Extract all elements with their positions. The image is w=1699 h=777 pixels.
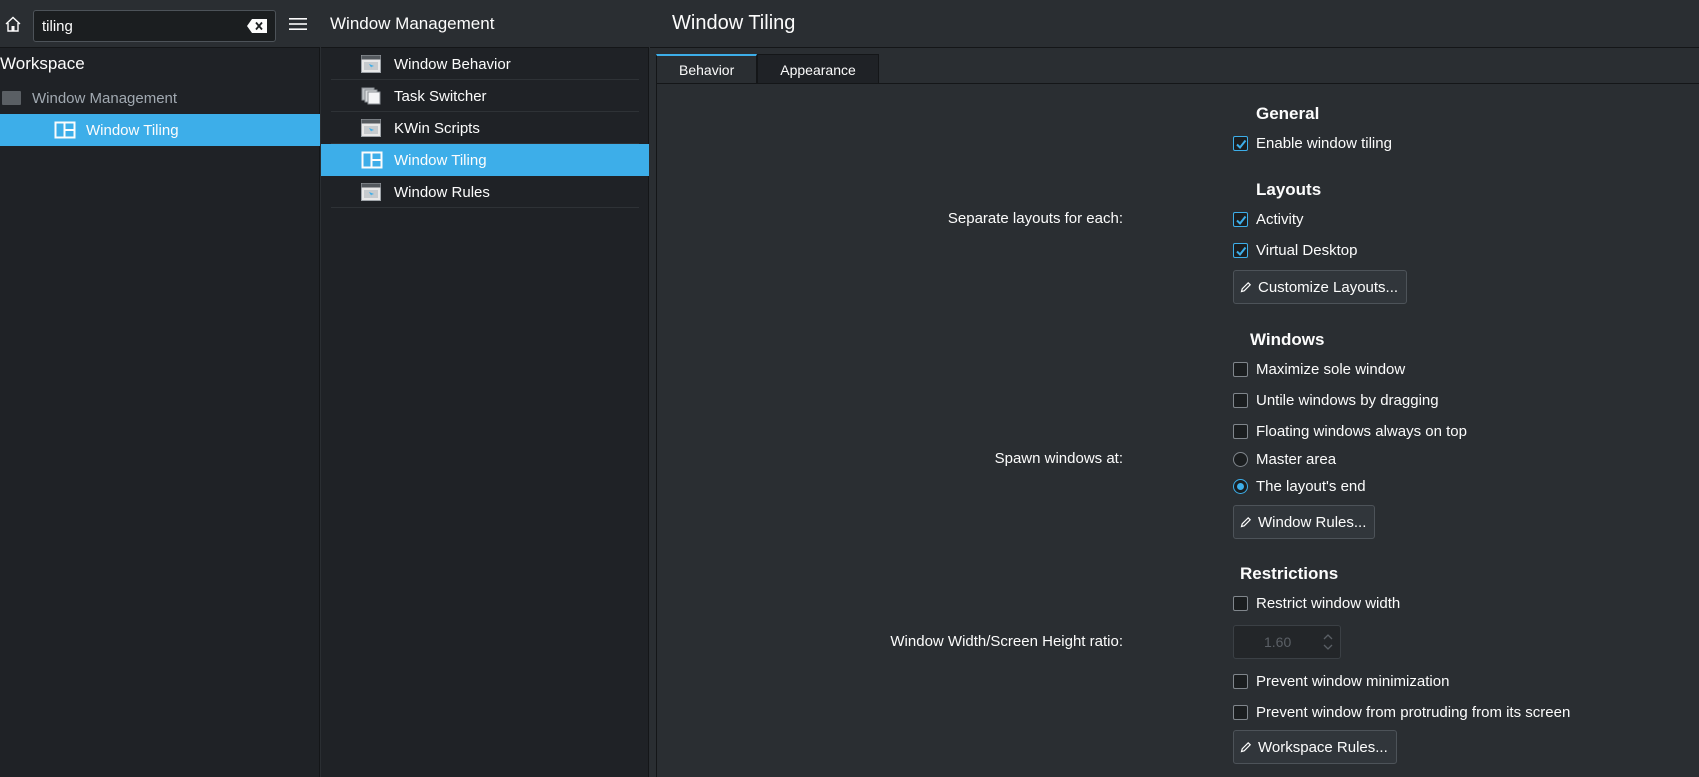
sidebar-item-label: Window Tiling [86, 121, 179, 139]
ratio-spinbox[interactable]: 1.60 [1233, 625, 1341, 659]
spawn-windows-label: Spawn windows at: [994, 450, 1123, 467]
restrict-width-label: Restrict window width [1256, 594, 1401, 612]
search-input[interactable] [42, 16, 242, 36]
home-icon [5, 16, 21, 32]
window-tiling-icon [54, 121, 76, 139]
module-list-title: Window Management [321, 0, 649, 48]
module-item-label: KWin Scripts [394, 119, 480, 137]
prevent-minimization-checkbox[interactable] [1233, 673, 1248, 689]
search-results-section-title: Workspace [0, 54, 85, 73]
prevent-minimization-option[interactable]: Prevent window minimization [1233, 670, 1449, 692]
prevent-protruding-option[interactable]: Prevent window from protruding from its … [1233, 701, 1570, 723]
spawn-end-label: The layout's end [1256, 477, 1366, 495]
tab-appearance[interactable]: Appearance [757, 54, 879, 84]
module-item-window-tiling[interactable]: Window Tiling [321, 144, 649, 176]
task-switcher-icon [361, 87, 381, 105]
clear-search-button[interactable] [245, 17, 269, 35]
ratio-value: 1.60 [1264, 634, 1292, 650]
kwin-scripts-icon [361, 119, 381, 137]
sidebar-item-window-tiling[interactable]: Window Tiling [0, 114, 320, 146]
system-settings-window: Workspace Window Management Window Tilin… [0, 0, 1699, 777]
activity-checkbox[interactable] [1233, 211, 1248, 227]
virtual-desktop-label: Virtual Desktop [1256, 241, 1358, 259]
module-item-label: Task Switcher [394, 87, 487, 105]
general-heading: General [1256, 104, 1320, 123]
layouts-heading: Layouts [1256, 180, 1322, 199]
module-item-label: Window Behavior [394, 55, 511, 73]
sidebar-category-label: Window Management [32, 89, 178, 107]
module-item-kwin-scripts[interactable]: KWin Scripts [321, 112, 649, 144]
sidebar-category-window-management[interactable]: Window Management [0, 82, 320, 114]
edit-pen-icon [1240, 281, 1252, 293]
customize-layouts-button[interactable]: Customize Layouts... [1233, 270, 1408, 304]
enable-tiling-option[interactable]: Enable window tiling [1233, 132, 1392, 154]
tab-behavior[interactable]: Behavior [656, 54, 758, 84]
prevent-minimization-label: Prevent window minimization [1256, 672, 1450, 690]
module-item-task-switcher[interactable]: Task Switcher [321, 80, 649, 112]
checkmark-icon [1236, 139, 1247, 149]
checkmark-icon [1236, 215, 1247, 225]
checkmark-icon [1236, 246, 1247, 256]
settings-page: Window Tiling Behavior Appearance Genera… [650, 0, 1699, 777]
tab-bar: Behavior Appearance [656, 54, 879, 84]
edit-pen-icon [1240, 516, 1252, 528]
prevent-protruding-checkbox[interactable] [1233, 704, 1248, 720]
prevent-protruding-label: Prevent window from protruding from its … [1256, 703, 1571, 721]
sidebar-toolbar [0, 0, 320, 48]
untile-dragging-option[interactable]: Untile windows by dragging [1233, 389, 1439, 411]
enable-tiling-label: Enable window tiling [1256, 134, 1392, 152]
restrictions-heading: Restrictions [1240, 564, 1339, 583]
module-item-window-rules[interactable]: Window Rules [321, 176, 649, 208]
maximize-sole-checkbox[interactable] [1233, 361, 1248, 377]
customize-layouts-label: Customize Layouts... [1258, 278, 1399, 296]
module-list: Window Management Window Behavior Task S… [321, 0, 649, 777]
spin-arrows-icon[interactable] [1322, 631, 1334, 653]
home-button[interactable] [2, 12, 24, 36]
spawn-end-radio[interactable] [1233, 478, 1248, 494]
page-title: Window Tiling [650, 0, 1699, 48]
search-field[interactable] [33, 10, 276, 42]
untile-dragging-checkbox[interactable] [1233, 392, 1248, 408]
window-tiling-icon [361, 151, 383, 169]
window-rules-label: Window Rules... [1258, 513, 1367, 531]
maximize-sole-label: Maximize sole window [1256, 360, 1406, 378]
windows-heading: Windows [1250, 330, 1325, 349]
floating-on-top-label: Floating windows always on top [1256, 422, 1467, 440]
virtual-desktop-option[interactable]: Virtual Desktop [1233, 239, 1357, 261]
workspace-rules-button[interactable]: Workspace Rules... [1233, 730, 1397, 764]
workspace-rules-label: Workspace Rules... [1258, 738, 1388, 756]
activity-option[interactable]: Activity [1233, 208, 1304, 230]
window-behavior-icon [361, 55, 381, 73]
floating-on-top-option[interactable]: Floating windows always on top [1233, 420, 1467, 442]
hamburger-menu-icon [289, 18, 307, 30]
module-item-label: Window Tiling [394, 151, 487, 169]
module-item-label: Window Rules [394, 183, 490, 201]
activity-label: Activity [1256, 210, 1304, 228]
enable-tiling-checkbox[interactable] [1233, 135, 1248, 151]
spawn-master-radio[interactable] [1233, 451, 1248, 467]
backspace-clear-icon [247, 19, 267, 33]
separate-layouts-label: Separate layouts for each: [947, 210, 1123, 227]
spawn-master-option[interactable]: Master area [1233, 448, 1336, 470]
untile-dragging-label: Untile windows by dragging [1256, 391, 1439, 409]
window-rules-button[interactable]: Window Rules... [1233, 505, 1376, 539]
spawn-end-option[interactable]: The layout's end [1233, 475, 1366, 497]
edit-pen-icon [1240, 741, 1252, 753]
window-rules-icon [361, 183, 381, 201]
behavior-form: General Enable window tiling Layouts Sep… [657, 84, 1699, 777]
virtual-desktop-checkbox[interactable] [1233, 242, 1248, 258]
restrict-width-option[interactable]: Restrict window width [1233, 592, 1400, 614]
sidebar: Workspace Window Management Window Tilin… [0, 0, 320, 777]
folder-icon [2, 91, 21, 105]
hamburger-menu-button[interactable] [286, 14, 310, 34]
restrict-width-checkbox[interactable] [1233, 595, 1248, 611]
floating-on-top-checkbox[interactable] [1233, 423, 1248, 439]
ratio-label: Window Width/Screen Height ratio: [890, 633, 1123, 650]
behavior-tab-panel: General Enable window tiling Layouts Sep… [656, 83, 1699, 777]
maximize-sole-option[interactable]: Maximize sole window [1233, 358, 1405, 380]
spawn-master-label: Master area [1256, 450, 1337, 468]
module-item-window-behavior[interactable]: Window Behavior [321, 48, 649, 80]
